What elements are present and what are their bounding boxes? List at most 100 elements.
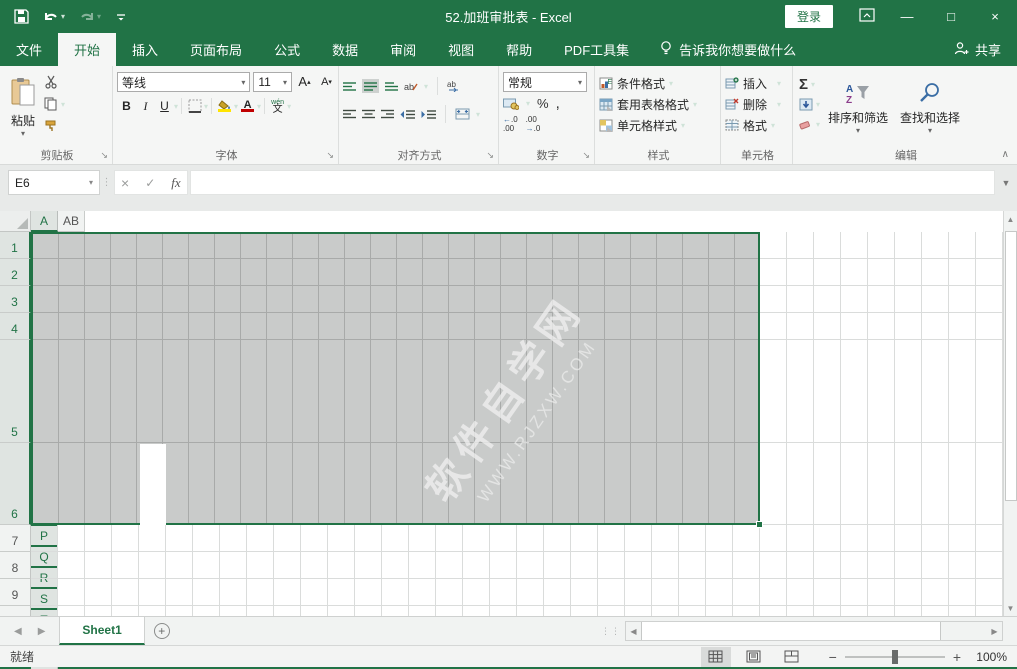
conditional-formatting-button[interactable]: E 条件格式▾ xyxy=(599,73,718,93)
accounting-dropdown-icon[interactable]: ▾ xyxy=(526,99,530,108)
column-header[interactable]: AB xyxy=(58,211,85,232)
borders-dropdown-icon[interactable]: ▾ xyxy=(204,102,208,111)
tab-scroll-splitter[interactable]: ⋮⋮ xyxy=(597,617,625,645)
insert-button[interactable]: 插入▾ xyxy=(725,73,790,93)
row-header[interactable]: 4 xyxy=(0,313,31,340)
increase-indent-icon[interactable] xyxy=(421,109,436,120)
comma-icon[interactable]: , xyxy=(556,95,560,112)
clear-dropdown-icon[interactable]: ▾ xyxy=(816,120,820,129)
format-button[interactable]: 格式▾ xyxy=(725,115,790,135)
horizontal-scrollbar[interactable]: ◀ ▶ xyxy=(625,621,1003,641)
format-painter-icon[interactable] xyxy=(44,117,65,135)
copy-dropdown-icon[interactable]: ▾ xyxy=(61,100,65,109)
zoom-level[interactable]: 100% xyxy=(969,650,1007,664)
tab-insert[interactable]: 插入 xyxy=(116,33,174,66)
maximize-button[interactable]: □ xyxy=(929,0,973,33)
undo-dropdown-icon[interactable]: ▾ xyxy=(61,12,65,21)
tab-review[interactable]: 审阅 xyxy=(374,33,432,66)
redo-dropdown-icon[interactable]: ▾ xyxy=(97,12,101,21)
wrap-text-icon[interactable]: ab xyxy=(447,80,462,92)
view-page-break-button[interactable] xyxy=(777,647,807,667)
align-top-icon[interactable] xyxy=(343,81,356,91)
add-sheet-button[interactable]: + xyxy=(145,617,179,645)
selection-region[interactable]: 软件自学网 WWW.RJZXW.COM xyxy=(31,232,760,525)
zoom-slider[interactable] xyxy=(845,656,945,658)
zoom-out-button[interactable]: − xyxy=(829,649,837,665)
row-header[interactable]: 7 xyxy=(0,525,31,552)
font-color-dropdown-icon[interactable]: ▾ xyxy=(257,102,261,111)
find-select-button[interactable]: 查找和选择 ▾ xyxy=(894,71,966,146)
redo-icon[interactable]: ▾ xyxy=(79,10,101,24)
copy-icon[interactable]: ▾ xyxy=(44,95,65,113)
fill-color-icon[interactable] xyxy=(215,97,234,116)
orientation-dropdown-icon[interactable]: ▾ xyxy=(424,82,428,91)
phonetic-dropdown-icon[interactable]: ▾ xyxy=(287,102,291,111)
row-header-partial[interactable] xyxy=(0,606,31,616)
sheet-next-icon[interactable]: ▶ xyxy=(38,626,46,637)
font-size-select[interactable]: 11▾ xyxy=(253,72,292,92)
zoom-slider-thumb[interactable] xyxy=(892,650,898,664)
borders-icon[interactable] xyxy=(185,97,204,116)
formula-input[interactable] xyxy=(190,170,995,195)
row-header[interactable]: 8 xyxy=(0,552,31,579)
align-right-icon[interactable] xyxy=(381,109,394,119)
number-dialog-launcher-icon[interactable]: ↘ xyxy=(582,150,590,161)
cell-styles-button[interactable]: 单元格样式▾ xyxy=(599,115,718,135)
fill-dropdown-icon[interactable]: ▾ xyxy=(816,100,820,109)
column-header[interactable]: A xyxy=(31,211,58,232)
format-as-table-button[interactable]: 套用表格格式▾ xyxy=(599,94,718,114)
tell-me-box[interactable]: 告诉我你想要做什么 xyxy=(645,33,810,66)
increase-decimal-icon[interactable]: ←.0.00 xyxy=(503,115,518,133)
fill-handle[interactable] xyxy=(756,521,763,528)
align-left-icon[interactable] xyxy=(343,109,356,119)
tab-pdf-tools[interactable]: PDF工具集 xyxy=(548,33,645,66)
tab-file[interactable]: 文件 xyxy=(0,33,58,66)
formula-expand-icon[interactable]: ▼ xyxy=(995,170,1017,195)
enter-icon[interactable]: ✓ xyxy=(145,176,155,190)
paste-button[interactable]: 粘贴 ▾ xyxy=(4,69,42,146)
vertical-scroll-thumb[interactable] xyxy=(1005,231,1017,501)
tab-page-layout[interactable]: 页面布局 xyxy=(174,33,258,66)
collapse-ribbon-icon[interactable]: ∧ xyxy=(1002,149,1009,160)
accounting-format-icon[interactable] xyxy=(503,98,519,110)
row-header[interactable]: 1 xyxy=(0,232,31,259)
row-header[interactable]: 5 xyxy=(0,340,31,443)
view-page-layout-button[interactable] xyxy=(739,647,769,667)
horizontal-scroll-thumb[interactable] xyxy=(641,622,941,640)
scroll-right-icon[interactable]: ▶ xyxy=(987,622,1002,640)
orientation-icon[interactable]: ab xyxy=(404,80,418,92)
align-bottom-icon[interactable] xyxy=(385,81,398,91)
cut-icon[interactable] xyxy=(44,73,65,91)
scroll-left-icon[interactable]: ◀ xyxy=(626,622,641,640)
align-middle-icon[interactable] xyxy=(362,79,379,93)
font-color-icon[interactable]: A xyxy=(238,97,257,116)
row-header[interactable]: 3 xyxy=(0,286,31,313)
zoom-in-button[interactable]: + xyxy=(953,649,961,665)
alignment-dialog-launcher-icon[interactable]: ↘ xyxy=(486,150,494,161)
clipboard-dialog-launcher-icon[interactable]: ↘ xyxy=(100,150,108,161)
tab-data[interactable]: 数据 xyxy=(316,33,374,66)
underline-button[interactable]: U xyxy=(155,97,174,116)
bold-button[interactable]: B xyxy=(117,97,136,116)
font-dialog-launcher-icon[interactable]: ↘ xyxy=(326,150,334,161)
fill-button[interactable]: ▾ xyxy=(799,95,820,113)
minimize-button[interactable]: — xyxy=(885,0,929,33)
font-name-select[interactable]: 等线▾ xyxy=(117,72,250,92)
close-button[interactable]: × xyxy=(973,0,1017,33)
scroll-down-icon[interactable]: ▼ xyxy=(1004,600,1017,616)
scroll-up-icon[interactable]: ▲ xyxy=(1004,211,1017,227)
merge-dropdown-icon[interactable]: ▾ xyxy=(476,110,480,119)
increase-font-icon[interactable]: A▴ xyxy=(295,72,314,91)
sheet-tab-sheet1[interactable]: Sheet1 xyxy=(59,617,144,645)
login-button[interactable]: 登录 xyxy=(785,5,833,28)
decrease-indent-icon[interactable] xyxy=(400,109,415,120)
italic-button[interactable]: I xyxy=(136,97,155,116)
merge-center-icon[interactable] xyxy=(455,108,470,120)
name-box[interactable]: E6 ▾ xyxy=(8,170,100,195)
cancel-icon[interactable]: × xyxy=(121,175,129,191)
autosum-button[interactable]: Σ▾ xyxy=(799,75,820,93)
align-center-icon[interactable] xyxy=(362,109,375,119)
vertical-scrollbar[interactable]: ▲ ▼ xyxy=(1003,211,1017,616)
row-header[interactable]: 2 xyxy=(0,259,31,286)
delete-button[interactable]: 删除▾ xyxy=(725,94,790,114)
